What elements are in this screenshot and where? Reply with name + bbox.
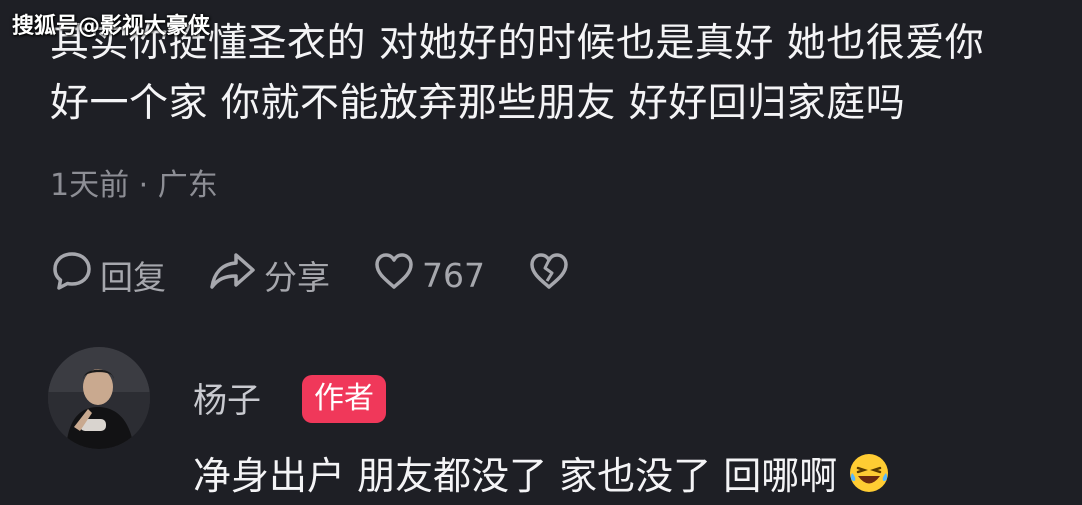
comment-actions: 回复 分享 767 — [50, 250, 619, 300]
reply-text: 净身出户 朋友都没了 家也没了 回哪啊 — [193, 454, 838, 498]
reply-label: 回复 — [100, 258, 166, 297]
comment-line-2: 好一个家 你就不能放弃那些朋友 好好回归家庭吗 — [50, 81, 906, 126]
reply-button[interactable]: 回复 — [50, 249, 166, 301]
like-button[interactable]: 767 — [372, 249, 485, 301]
share-button[interactable]: 分享 — [208, 249, 330, 301]
watermark: 搜狐号@影视大豪侠 — [12, 14, 211, 39]
reply-text-row: 净身出户 朋友都没了 家也没了 回哪啊 — [193, 445, 891, 500]
share-label: 分享 — [264, 258, 330, 297]
comment-bubble-icon — [50, 249, 100, 301]
broken-heart-icon — [527, 249, 577, 301]
dislike-button[interactable] — [527, 249, 577, 301]
reply-author-name[interactable]: 杨子 — [193, 373, 261, 422]
author-badge: 作者 — [302, 375, 386, 423]
comment-meta: 1天前 · 广东 — [50, 168, 218, 203]
share-arrow-icon — [208, 249, 264, 301]
reply-comment: 杨子 作者 净身出户 朋友都没了 家也没了 回哪啊 — [48, 345, 1078, 505]
laughing-emoji-icon — [847, 451, 891, 495]
avatar[interactable] — [48, 347, 150, 449]
like-count: 767 — [422, 255, 485, 295]
heart-icon — [372, 249, 422, 301]
